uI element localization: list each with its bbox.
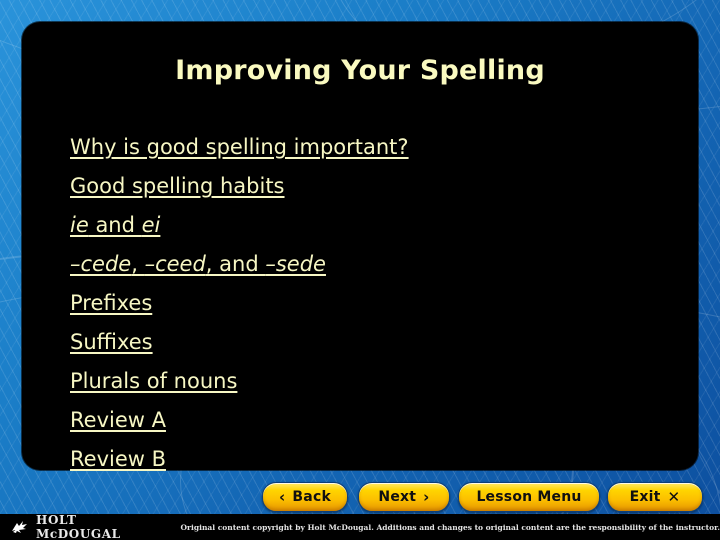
plain-term: Review A	[70, 408, 166, 432]
plain-term: Review B	[70, 447, 167, 471]
navigation-bar: ‹ Back Next › Lesson Menu Exit ✕	[0, 482, 720, 512]
lesson-link-review-a[interactable]: Review A	[70, 401, 668, 440]
copyright-notice: Original content copyright by Holt McDou…	[180, 522, 720, 532]
chevron-left-icon: ‹	[279, 487, 286, 506]
plain-term: ,	[131, 252, 145, 276]
back-button-label: Back	[292, 489, 331, 505]
lesson-link-list: Why is good spelling important? Good spel…	[70, 128, 668, 479]
italic-term: –cede	[70, 252, 132, 276]
lesson-link-label: Review B	[70, 447, 166, 471]
italic-term: ei	[141, 213, 161, 237]
lesson-link-plurals-of-nouns[interactable]: Plurals of nouns	[70, 362, 668, 401]
page-title: Improving Your Spelling	[175, 55, 545, 86]
italic-term: –sede	[265, 252, 326, 276]
lesson-link-good-spelling-habits[interactable]: Good spelling habits	[70, 167, 668, 206]
lesson-link-why-is-good-spelling-important[interactable]: Why is good spelling important?	[70, 128, 668, 167]
lesson-link-ie-and-ei[interactable]: ie and ei	[70, 206, 668, 245]
back-button[interactable]: ‹ Back	[262, 482, 348, 512]
next-button[interactable]: Next ›	[358, 482, 450, 512]
chevron-right-icon: ›	[423, 487, 430, 506]
holt-mcdougal-logo-text: HOLT McDOUGAL	[36, 513, 121, 540]
close-x-icon: ✕	[667, 487, 681, 506]
next-button-label: Next	[378, 489, 417, 505]
italic-term: ie	[70, 213, 89, 237]
holt-mcdougal-logo: HOLT McDOUGAL	[10, 513, 159, 540]
lesson-link-review-b[interactable]: Review B	[70, 440, 668, 479]
lesson-link-cede-ceed-and-sede[interactable]: –cede, –ceed, and –sede	[70, 245, 668, 284]
slide-stage: Improving Your Spelling Why is good spel…	[0, 0, 720, 540]
lesson-link-suffixes[interactable]: Suffixes	[70, 323, 668, 362]
italic-term: –ceed	[144, 252, 206, 276]
lesson-link-label: Good spelling habits	[70, 174, 285, 198]
lesson-link-label: Plurals of nouns	[70, 369, 237, 393]
plain-term: and	[88, 213, 142, 237]
exit-button[interactable]: Exit ✕	[607, 482, 703, 512]
lesson-link-label: –cede, –ceed, and –sede	[70, 252, 326, 276]
footer-bar: HOLT McDOUGAL Original content copyright…	[0, 513, 720, 540]
pegasus-logo-icon	[10, 519, 30, 535]
lesson-link-label: Why is good spelling important?	[70, 135, 409, 159]
plain-term: Suffixes	[70, 330, 153, 354]
plain-term: Good spelling habits	[70, 174, 285, 198]
lesson-link-label: ie and ei	[70, 213, 160, 237]
lesson-link-label: Prefixes	[70, 291, 152, 315]
plain-term: Plurals of nouns	[70, 369, 238, 393]
lesson-link-label: Suffixes	[70, 330, 153, 354]
lesson-menu-button[interactable]: Lesson Menu	[458, 482, 600, 512]
lesson-link-prefixes[interactable]: Prefixes	[70, 284, 668, 323]
lesson-menu-button-label: Lesson Menu	[476, 489, 582, 505]
plain-term: , and	[205, 252, 266, 276]
plain-term: Why is good spelling important?	[70, 135, 409, 159]
exit-button-label: Exit	[629, 489, 661, 505]
plain-term: Prefixes	[70, 291, 153, 315]
lesson-link-label: Review A	[70, 408, 166, 432]
content-panel: Improving Your Spelling Why is good spel…	[22, 22, 698, 471]
